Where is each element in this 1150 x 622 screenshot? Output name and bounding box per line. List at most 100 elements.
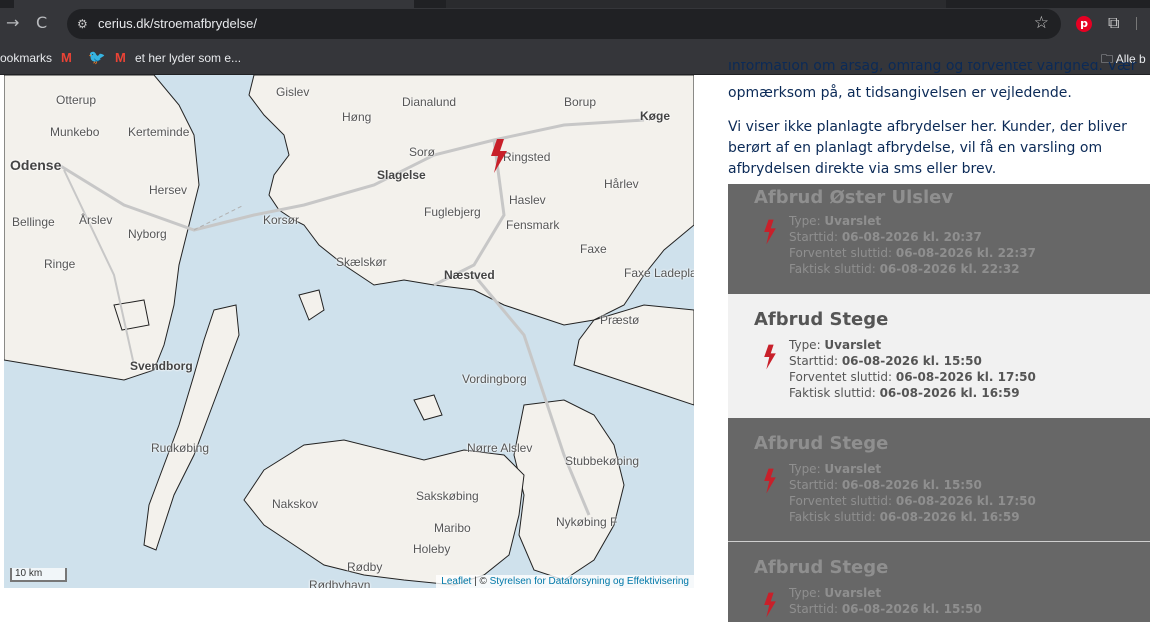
- type-value: Uvarslet: [824, 586, 882, 600]
- place-label: Odense: [10, 157, 62, 173]
- outage-card[interactable]: Afbrud Stege Type: Uvarslet Starttid: 06…: [728, 542, 1150, 622]
- address-bar[interactable]: ⚙ cerius.dk/stroemafbrydelse/ ☆: [67, 9, 1061, 39]
- outage-bolt-icon: [764, 219, 776, 245]
- outage-bolt-icon: [764, 344, 776, 370]
- place-label: Faxe Ladeplads: [624, 266, 694, 280]
- place-label: Rødby: [347, 560, 383, 574]
- reload-icon[interactable]: C: [36, 14, 47, 32]
- start-label: Starttid:: [789, 230, 842, 244]
- start-value: 06-08-2026 kl. 15:50: [841, 478, 982, 492]
- tab-background[interactable]: [446, 0, 946, 8]
- place-label: Nyborg: [128, 227, 167, 241]
- start-label: Starttid:: [789, 478, 842, 492]
- gmail-icon: M: [115, 50, 126, 65]
- start-label: Starttid:: [789, 602, 842, 616]
- place-label: Korsør: [263, 213, 299, 227]
- tab-strip: [0, 0, 1150, 8]
- type-label: Type:: [789, 462, 825, 476]
- outage-details: Type: Uvarslet Starttid: 06-08-2026 kl. …: [789, 461, 1036, 525]
- place-label: Hårlev: [604, 177, 639, 191]
- place-label: Svendborg: [130, 359, 193, 373]
- outage-bolt-icon: [764, 468, 776, 494]
- place-label: Holeby: [413, 542, 451, 556]
- place-label: Maribo: [434, 521, 471, 535]
- info-line-2: opmærksom på, at tidsangivelsen er vejle…: [728, 85, 1072, 101]
- outage-card[interactable]: Afbrud Stege Type: Uvarslet Starttid: 06…: [728, 294, 1150, 418]
- start-label: Starttid:: [789, 354, 842, 368]
- expected-label: Forventet sluttid:: [789, 370, 896, 384]
- outage-bolt-icon: [764, 592, 776, 618]
- place-label: Bellinge: [12, 215, 55, 229]
- place-label: Rødbyhavn: [309, 578, 371, 588]
- place-label: Nakskov: [272, 497, 319, 511]
- expected-label: Forventet sluttid:: [789, 494, 896, 508]
- pinterest-extension-icon[interactable]: p: [1076, 16, 1092, 32]
- place-label: Faxe: [580, 242, 607, 256]
- place-label: Otterup: [56, 93, 97, 107]
- map-scale: 10 km: [10, 568, 67, 582]
- place-label: Ringe: [44, 257, 76, 271]
- expected-value: 06-08-2026 kl. 17:50: [895, 494, 1036, 508]
- type-value: Uvarslet: [824, 338, 882, 352]
- bookmarks-label[interactable]: ookmarks: [0, 51, 52, 65]
- start-value: 06-08-2026 kl. 15:50: [841, 354, 982, 368]
- outage-title: Afbrud Stege: [754, 557, 889, 578]
- place-label: Borup: [564, 95, 597, 109]
- actual-value: 06-08-2026 kl. 16:59: [879, 510, 1020, 524]
- expected-value: 06-08-2026 kl. 22:37: [895, 246, 1036, 260]
- place-label: Fuglebjerg: [424, 205, 481, 219]
- place-label: Slagelse: [377, 168, 426, 182]
- active-tab[interactable]: [14, 0, 414, 8]
- expected-label: Forventet sluttid:: [789, 246, 896, 260]
- outage-marker-bolt-icon[interactable]: [488, 139, 510, 173]
- info-paragraph: Vi viser ikke planlagte afbrydelser her.…: [728, 119, 1127, 177]
- url-text[interactable]: cerius.dk/stroemafbrydelse/: [98, 16, 257, 31]
- place-label: Hersev: [149, 183, 188, 197]
- place-label: Dianalund: [402, 95, 457, 109]
- outage-title: Afbrud Øster Ulslev: [754, 187, 954, 208]
- bookmark-item[interactable]: et her lyder som e...: [135, 51, 241, 65]
- place-label: Vordingborg: [462, 372, 527, 386]
- outage-map[interactable]: Otterup Munkebo Kerteminde Odense Hersev…: [4, 75, 694, 588]
- place-label: Årslev: [79, 213, 113, 227]
- start-value: 06-08-2026 kl. 15:50: [841, 602, 982, 616]
- outage-title: Afbrud Stege: [754, 433, 889, 454]
- place-label: Haslev: [509, 193, 546, 207]
- place-label: Ringsted: [503, 150, 551, 164]
- type-label: Type:: [789, 586, 825, 600]
- toolbar-divider: [1136, 17, 1137, 30]
- type-label: Type:: [789, 214, 825, 228]
- attribution-separator: | ©: [474, 576, 487, 587]
- gmail-bookmark-icon[interactable]: M: [61, 50, 72, 65]
- place-label: Høng: [342, 110, 372, 124]
- site-settings-icon[interactable]: ⚙: [77, 17, 88, 31]
- place-label: Gislev: [276, 85, 310, 99]
- extensions-puzzle-icon[interactable]: ⧉: [1108, 13, 1119, 33]
- bookmark-star-icon[interactable]: ☆: [1034, 13, 1049, 33]
- browser-toolbar: → C ⚙ cerius.dk/stroemafbrydelse/ ☆ p ⧉: [0, 0, 1150, 44]
- place-label: Sorø: [409, 145, 436, 159]
- place-label: Nykøbing F: [556, 515, 618, 529]
- expected-value: 06-08-2026 kl. 17:50: [895, 370, 1036, 384]
- place-label: Kerteminde: [128, 125, 190, 139]
- info-text-cut: information om årsag, omfang og forvente…: [728, 62, 1150, 78]
- place-label: Rudkøbing: [151, 441, 210, 455]
- outage-title: Afbrud Stege: [754, 309, 889, 330]
- start-value: 06-08-2026 kl. 20:37: [841, 230, 982, 244]
- actual-label: Faktisk sluttid:: [789, 386, 880, 400]
- twitter-bookmark-icon[interactable]: 🐦: [88, 49, 105, 66]
- attribution-source-link[interactable]: Styrelsen for Dataforsyning og Effektivi…: [490, 576, 689, 587]
- actual-label: Faktisk sluttid:: [789, 510, 880, 524]
- outage-card[interactable]: Afbrud Stege Type: Uvarslet Starttid: 06…: [728, 418, 1150, 541]
- outage-card[interactable]: Afbrud Øster Ulslev Type: Uvarslet Start…: [728, 184, 1150, 294]
- map-attribution: Leaflet | © Styrelsen for Dataforsyning …: [436, 575, 694, 588]
- place-label: Præstø: [600, 313, 640, 327]
- place-label: Køge: [640, 109, 670, 123]
- leaflet-link[interactable]: Leaflet: [441, 576, 471, 587]
- actual-value: 06-08-2026 kl. 16:59: [879, 386, 1020, 400]
- place-label: Sakskøbing: [416, 489, 479, 503]
- actual-value: 06-08-2026 kl. 22:32: [879, 262, 1020, 276]
- type-value: Uvarslet: [824, 214, 882, 228]
- forward-arrow-icon[interactable]: →: [6, 14, 19, 32]
- actual-label: Faktisk sluttid:: [789, 262, 880, 276]
